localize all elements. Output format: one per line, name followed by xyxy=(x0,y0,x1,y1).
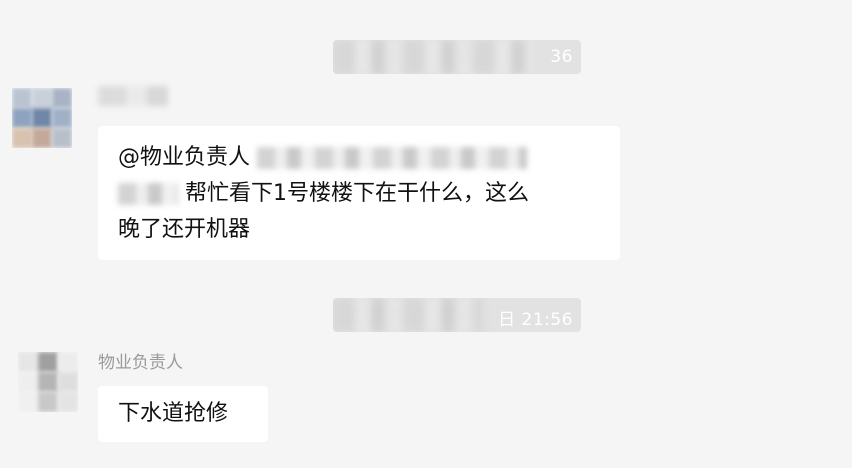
message-text: 下水道抢修 xyxy=(118,401,229,426)
message-line-2: 帮忙看下1号楼楼下在干什么，这么 xyxy=(118,176,600,212)
message-line-1: @物业负责人 xyxy=(118,140,600,176)
timestamp-2-text: 日 21:56 xyxy=(498,310,573,330)
redacted-date xyxy=(333,40,533,74)
timestamp-1: 36 xyxy=(333,40,581,74)
message-text: 帮忙看下1号楼楼下在干什么，这么 xyxy=(185,181,529,206)
message-bubble[interactable]: @物业负责人 帮忙看下1号楼楼下在干什么，这么 晚了还开机器 xyxy=(98,126,620,260)
chat-window: 36 @物业负责人 帮忙看下1号楼楼下在干什么，这么 晚了还开机器 日 21:5… xyxy=(0,0,852,468)
mention[interactable]: @物业负责人 xyxy=(118,145,250,170)
message-line-3: 晚了还开机器 xyxy=(118,217,251,242)
timestamp-1-text: 36 xyxy=(550,47,573,67)
avatar[interactable] xyxy=(12,88,72,148)
sender-name: 物业负责人 xyxy=(98,353,183,373)
timestamp-2: 日 21:56 xyxy=(333,298,581,332)
redacted-sender-name xyxy=(98,86,168,106)
redacted-date xyxy=(333,298,483,332)
message-bubble[interactable]: 下水道抢修 xyxy=(98,386,268,442)
redacted-text xyxy=(118,183,178,205)
avatar[interactable] xyxy=(18,352,78,412)
redacted-text xyxy=(257,147,528,169)
